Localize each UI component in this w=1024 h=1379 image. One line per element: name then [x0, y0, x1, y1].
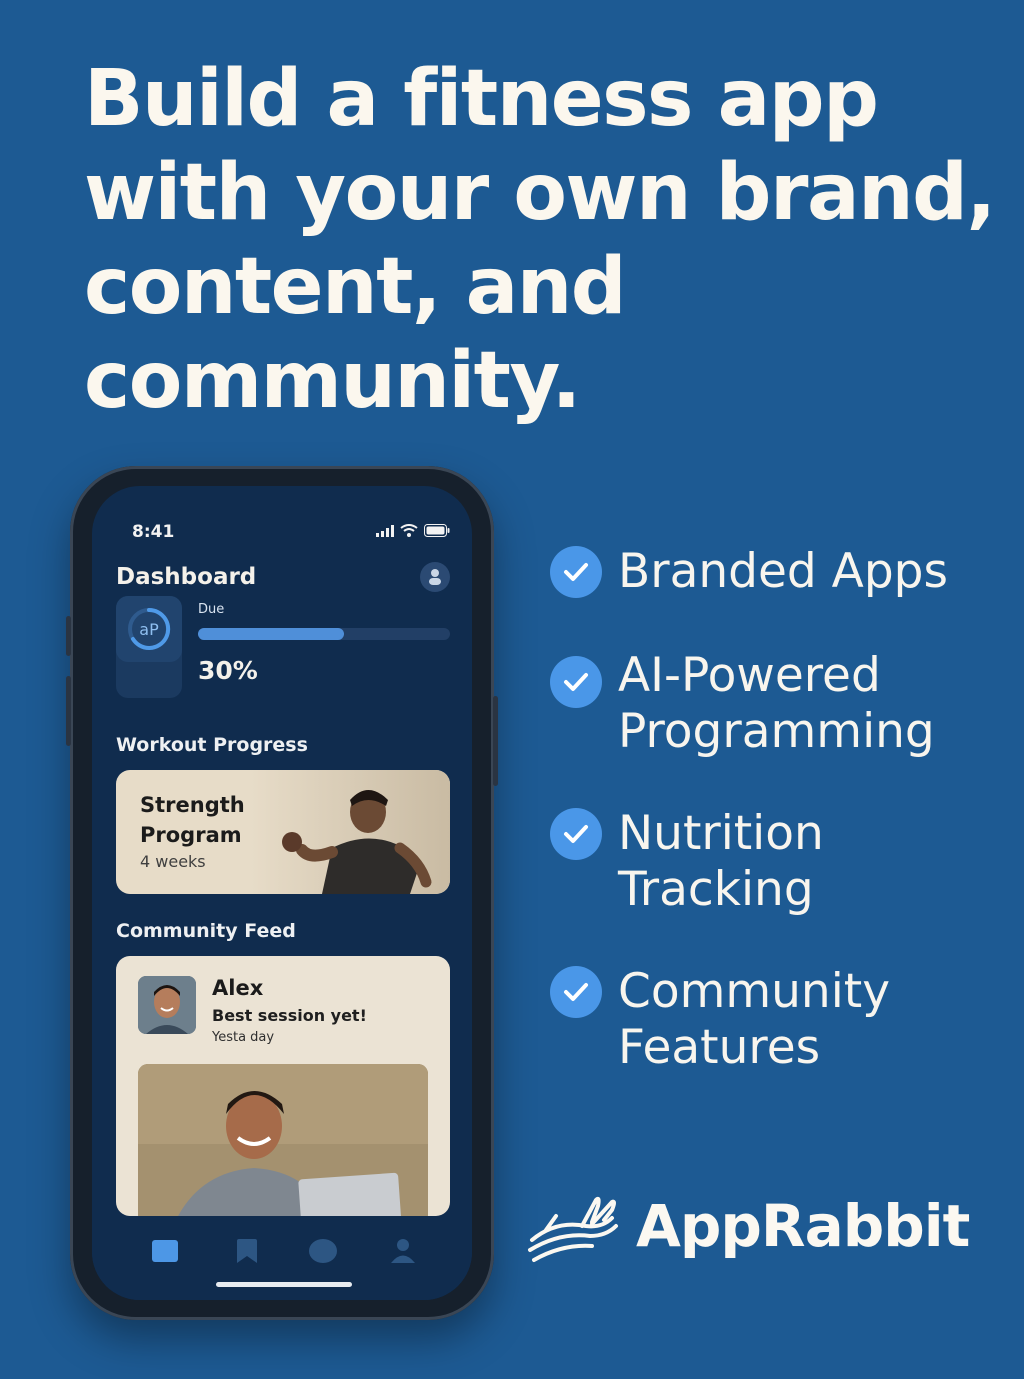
- feature-label-line: Programming: [618, 704, 935, 759]
- feature-label-line: Tracking: [618, 862, 814, 917]
- tab-bar: [92, 1216, 472, 1300]
- checkmark-icon: [550, 966, 602, 1018]
- checkmark-icon: [550, 656, 602, 708]
- rabbit-logo-icon: [528, 1196, 618, 1262]
- profile-avatar-button[interactable]: [420, 562, 450, 592]
- tab-home[interactable]: [150, 1236, 180, 1266]
- feed-timestamp: Yesta day: [212, 1030, 275, 1045]
- checkmark-icon: [550, 546, 602, 598]
- feature-label: AI-Powered Programming: [618, 648, 935, 760]
- phone-mockup: 8:41 Dashboard aP Due 30% Workout Progre…: [66, 466, 498, 1320]
- home-icon: [152, 1240, 178, 1262]
- phone-screen: 8:41 Dashboard aP Due 30% Workout Progre…: [92, 486, 472, 1300]
- athlete-photo: [250, 770, 450, 894]
- feature-label: Community Features: [618, 964, 890, 1076]
- ring-label: aP: [139, 620, 159, 639]
- workout-title-line: Strength: [140, 793, 245, 817]
- feed-avatar: [138, 976, 196, 1034]
- signal-icon: [376, 525, 394, 537]
- chat-icon: [309, 1239, 337, 1263]
- feature-label: Branded Apps: [618, 544, 948, 600]
- brand-name: AppRabbit: [636, 1192, 970, 1260]
- community-feed-heading: Community Feed: [116, 920, 296, 942]
- headline-line: with your own brand,: [84, 148, 996, 238]
- feed-author-name: Alex: [212, 976, 264, 1000]
- feature-label-line: AI-Powered: [618, 648, 881, 703]
- progress-tile: aP: [116, 596, 182, 698]
- progress-ring-icon: aP: [128, 607, 171, 650]
- tab-chat[interactable]: [308, 1236, 338, 1266]
- feed-post-card[interactable]: Alex Best session yet! Yesta day: [116, 956, 450, 1216]
- headline: Build a fitness app with your own brand,…: [84, 52, 996, 428]
- feature-label-line: Nutrition: [618, 806, 824, 861]
- tab-bookmarks[interactable]: [232, 1236, 262, 1266]
- due-label: Due: [198, 602, 225, 617]
- home-indicator: [216, 1282, 352, 1287]
- tab-profile[interactable]: [388, 1236, 418, 1266]
- workout-duration: 4 weeks: [140, 852, 206, 871]
- feed-photo-image: [138, 1064, 428, 1216]
- dashboard-title: Dashboard: [116, 564, 257, 590]
- workout-title-line: Program: [140, 823, 242, 847]
- wifi-icon: [400, 524, 418, 537]
- headline-line: community.: [84, 336, 581, 426]
- status-time: 8:41: [132, 522, 175, 542]
- battery-icon: [424, 524, 450, 537]
- avatar-photo: [138, 976, 196, 1034]
- user-icon: [429, 569, 441, 585]
- headline-line: content, and: [84, 242, 627, 332]
- headline-line: Build a fitness app: [84, 54, 879, 144]
- progress-bar-fill: [198, 628, 345, 640]
- phone-side-button: [66, 616, 71, 656]
- feature-label-line: Branded Apps: [618, 544, 948, 599]
- workout-progress-heading: Workout Progress: [116, 734, 308, 756]
- feed-photo: [138, 1064, 428, 1216]
- checkmark-icon: [550, 808, 602, 860]
- workout-title: Strength Program: [140, 790, 280, 850]
- progress-percent: 30%: [198, 656, 258, 685]
- workout-card[interactable]: Strength Program 4 weeks: [116, 770, 450, 894]
- phone-side-button: [66, 676, 71, 746]
- feature-label-line: Features: [618, 1020, 821, 1075]
- brand-lockup: AppRabbit: [526, 1186, 970, 1266]
- profile-icon: [391, 1239, 415, 1263]
- feature-label: Nutrition Tracking: [618, 806, 824, 918]
- status-icons: [376, 524, 450, 537]
- feed-message: Best session yet!: [212, 1006, 367, 1025]
- progress-ring: aP: [116, 596, 182, 662]
- feature-label-line: Community: [618, 964, 891, 1019]
- progress-bar: [198, 628, 450, 640]
- phone-side-button: [493, 696, 498, 786]
- bookmark-icon: [237, 1239, 257, 1263]
